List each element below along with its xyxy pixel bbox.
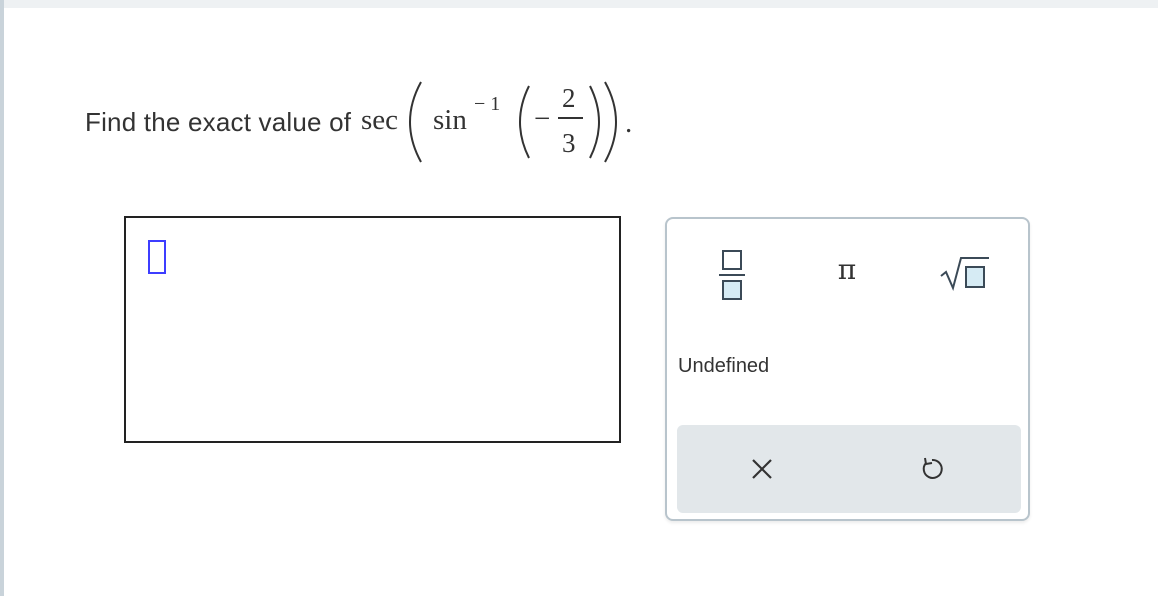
action-bar <box>677 425 1021 513</box>
undefined-button[interactable]: Undefined <box>678 355 769 378</box>
undo-button[interactable] <box>907 449 957 489</box>
page: Find the exact value of sec sin − 1 − 2 … <box>0 0 1158 596</box>
paren-inner-right <box>589 85 601 159</box>
math-func-outer: sec <box>361 104 398 136</box>
math-numerator: 2 <box>562 83 576 113</box>
undo-icon <box>922 457 943 479</box>
fraction-icon <box>719 250 745 300</box>
top-strip <box>4 0 1158 8</box>
question: Find the exact value of sec sin − 1 − 2 … <box>85 72 691 172</box>
question-prompt: Find the exact value of <box>85 106 352 137</box>
math-func-inner: sin <box>433 104 467 136</box>
paren-inner-left <box>519 85 531 159</box>
math-palette: π Undefined <box>665 217 1030 521</box>
pi-symbol: π <box>837 252 857 286</box>
paren-outer-left <box>409 81 423 163</box>
pi-button[interactable]: π <box>822 244 872 294</box>
clear-button[interactable] <box>737 449 787 489</box>
fraction-button[interactable] <box>707 239 757 309</box>
input-cursor-placeholder <box>148 240 166 274</box>
square-root-icon <box>940 257 989 292</box>
answer-input[interactable] <box>124 216 621 443</box>
math-sign: − <box>534 103 550 135</box>
sqrt-button[interactable] <box>935 244 995 304</box>
math-exponent: − 1 <box>474 93 500 115</box>
math-period: . <box>625 107 632 139</box>
math-denominator: 3 <box>562 128 576 158</box>
close-icon <box>752 459 772 479</box>
left-rail <box>0 0 4 596</box>
paren-outer-right <box>604 81 618 163</box>
math-expression: sec sin − 1 − 2 3 . <box>361 81 632 163</box>
